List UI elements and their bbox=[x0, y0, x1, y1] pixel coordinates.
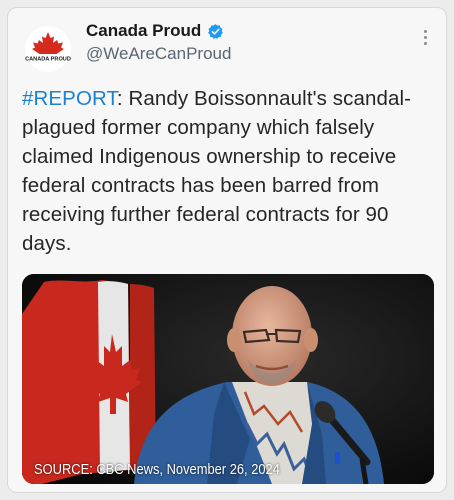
tweet-body: Randy Boissonnault's scandal-plagued for… bbox=[22, 87, 412, 255]
canada-flag bbox=[22, 280, 156, 484]
account-name-row: Canada Proud bbox=[86, 21, 224, 41]
image-caption: SOURCE: CBC News, November 26, 2024 bbox=[34, 461, 280, 478]
press-photo bbox=[22, 274, 434, 484]
canada-proud-logo-icon: CANADA PROUD bbox=[25, 26, 71, 72]
verified-badge-icon bbox=[208, 23, 224, 39]
more-options-icon[interactable] bbox=[422, 30, 428, 50]
account-name[interactable]: Canada Proud bbox=[86, 21, 201, 41]
tweet-card[interactable]: CANADA PROUD Canada Proud @WeAreCanProud… bbox=[7, 7, 447, 493]
avatar[interactable]: CANADA PROUD bbox=[25, 26, 71, 72]
tweet-image[interactable]: SOURCE: CBC News, November 26, 2024 bbox=[22, 274, 434, 484]
avatar-text: CANADA PROUD bbox=[25, 57, 71, 63]
tweet-text: #REPORT: Randy Boissonnault's scandal-pl… bbox=[22, 84, 442, 258]
account-handle[interactable]: @WeAreCanProud bbox=[86, 44, 231, 64]
hashtag-link[interactable]: #REPORT bbox=[22, 87, 117, 110]
